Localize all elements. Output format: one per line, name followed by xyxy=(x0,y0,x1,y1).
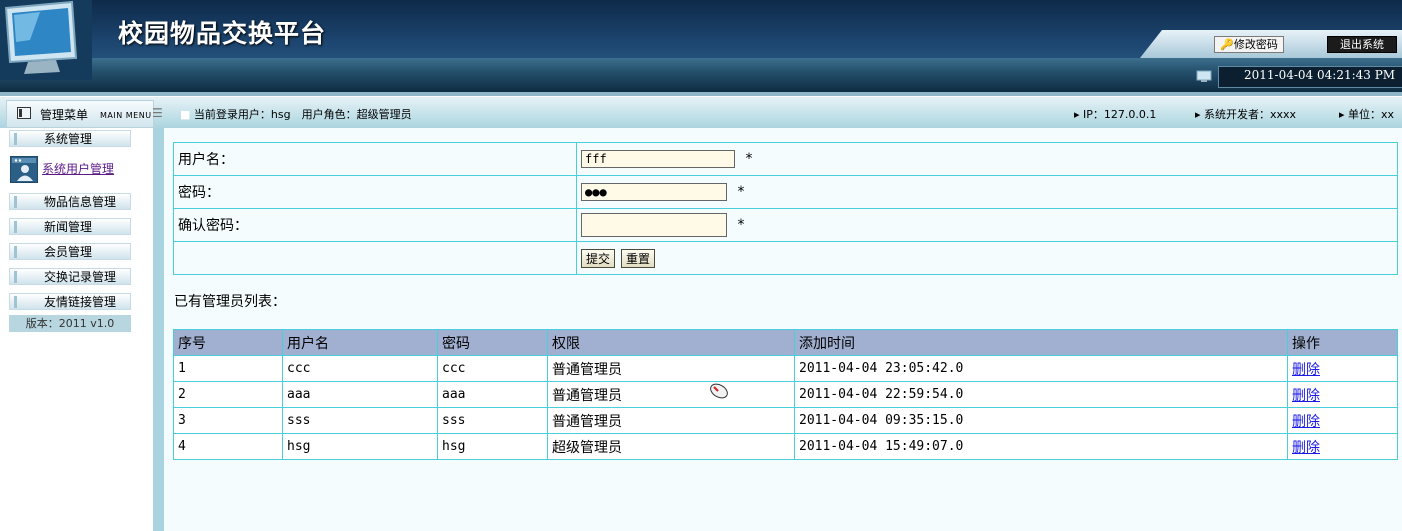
sidebar-item-system[interactable]: 系统管理 xyxy=(9,130,131,147)
table-row: 1 ccc ccc 普通管理员 2011-04-04 23:05:42.0 删除 xyxy=(173,355,1398,382)
delete-link[interactable]: 删除 xyxy=(1292,440,1320,456)
cell-username: hsg xyxy=(282,433,438,460)
sidebar-item-items[interactable]: 物品信息管理 xyxy=(9,193,131,210)
ip-info: ▸ IP：127.0.0.1 xyxy=(1074,106,1156,122)
bullet-icon: ■ xyxy=(180,108,191,121)
cell-username: sss xyxy=(282,407,438,434)
password-cell: * xyxy=(576,175,1398,209)
cell-added-time: 2011-04-04 22:59:54.0 xyxy=(794,381,1288,408)
mouse-cursor-icon xyxy=(710,383,728,399)
cell-actions: 删除 xyxy=(1287,355,1398,382)
logout-button[interactable]: 退出系统 xyxy=(1327,36,1397,53)
cell-role: 普通管理员 xyxy=(547,381,795,408)
cell-index: 2 xyxy=(173,381,283,408)
confirm-password-label: 确认密码： xyxy=(173,208,577,242)
user-management-icon xyxy=(10,156,38,183)
form-row-confirm: 确认密码： * xyxy=(173,208,1398,242)
header-banner: 校园物品交换平台 🔑修改密码 退出系统 2011-04-04 04:21:43 … xyxy=(0,0,1402,96)
unit-text: 单位：xx xyxy=(1348,108,1395,121)
sidebar-item-exchange-records[interactable]: 交换记录管理 xyxy=(9,268,131,285)
password-label: 密码： xyxy=(173,175,577,209)
current-user-text: 当前登录用户：hsg 用户角色：超级管理员 xyxy=(193,108,412,121)
ip-text: IP：127.0.0.1 xyxy=(1083,108,1157,121)
username-input[interactable] xyxy=(581,150,735,168)
window-icon xyxy=(17,107,31,119)
col-header-added-time: 添加时间 xyxy=(794,329,1288,356)
username-label: 用户名： xyxy=(173,142,577,176)
developer-info: ▸ 系统开发者：xxxx xyxy=(1195,106,1296,122)
submit-button[interactable]: 提交 xyxy=(581,248,616,268)
arrow-icon: ▸ xyxy=(1074,108,1080,121)
clock: 2011-04-04 04:21:43 PM xyxy=(1244,68,1396,82)
admin-form: 用户名： * 密码： * 确认密码： * 提交重置 xyxy=(173,142,1398,275)
arrow-icon: ▸ xyxy=(1339,108,1345,121)
cell-actions: 删除 xyxy=(1287,433,1398,460)
unit-info: ▸ 单位：xx xyxy=(1339,106,1394,122)
arrow-icon: ▸ xyxy=(1195,108,1201,121)
change-password-button[interactable]: 🔑修改密码 xyxy=(1214,36,1284,53)
delete-link[interactable]: 删除 xyxy=(1292,362,1320,378)
required-mark: * xyxy=(737,184,745,200)
change-password-label: 修改密码 xyxy=(1233,38,1278,51)
cell-role: 超级管理员 xyxy=(547,433,795,460)
cell-role: 普通管理员 xyxy=(547,355,795,382)
sidebar-item-members[interactable]: 会员管理 xyxy=(9,243,131,260)
monitor-icon xyxy=(1196,70,1212,82)
form-row-buttons: 提交 重置 xyxy=(173,241,1398,275)
admin-list-table: 序号 用户名 密码 权限 添加时间 操作 1 ccc ccc 普通管理员 201… xyxy=(173,329,1398,460)
cell-actions: 删除 xyxy=(1287,381,1398,408)
col-header-username: 用户名 xyxy=(282,329,438,356)
version-label: 版本：2011 v1.0 xyxy=(9,315,131,332)
table-header-row: 序号 用户名 密码 权限 添加时间 操作 xyxy=(173,329,1398,356)
admin-list-title: 已有管理员列表： xyxy=(174,294,286,310)
confirm-password-input[interactable] xyxy=(581,213,727,237)
current-user-info: ■ 当前登录用户：hsg 用户角色：超级管理员 xyxy=(180,106,412,122)
cell-username: aaa xyxy=(282,381,438,408)
cell-index: 4 xyxy=(173,433,283,460)
cell-username: ccc xyxy=(282,355,438,382)
required-mark: * xyxy=(737,217,745,233)
app-title: 校园物品交换平台 xyxy=(118,19,327,48)
menu-subtitle: MAIN MENU xyxy=(100,111,152,120)
required-mark: * xyxy=(745,151,753,167)
key-icon: 🔑 xyxy=(1220,38,1234,51)
cell-password: sss xyxy=(437,407,548,434)
table-row: 3 sss sss 普通管理员 2011-04-04 09:35:15.0 删除 xyxy=(173,407,1398,434)
cell-added-time: 2011-04-04 23:05:42.0 xyxy=(794,355,1288,382)
cell-password: hsg xyxy=(437,433,548,460)
cell-actions: 删除 xyxy=(1287,407,1398,434)
cell-password: ccc xyxy=(437,355,548,382)
cell-added-time: 2011-04-04 15:49:07.0 xyxy=(794,433,1288,460)
empty-cell xyxy=(173,241,577,275)
col-header-password: 密码 xyxy=(437,329,548,356)
table-row: 2 aaa aaa 普通管理员 2011-04-04 22:59:54.0 删除 xyxy=(173,381,1398,408)
table-row: 4 hsg hsg 超级管理员 2011-04-04 15:49:07.0 删除 xyxy=(173,433,1398,460)
col-header-index: 序号 xyxy=(173,329,283,356)
reset-button[interactable]: 重置 xyxy=(621,248,656,268)
username-cell: * xyxy=(576,142,1398,176)
cell-index: 1 xyxy=(173,355,283,382)
col-header-role: 权限 xyxy=(547,329,795,356)
delete-link[interactable]: 删除 xyxy=(1292,388,1320,404)
monitor-logo-icon xyxy=(0,0,92,80)
confirm-cell: * xyxy=(576,208,1398,242)
sidebar-rail xyxy=(153,128,164,531)
menu-lines-icon: ☰ xyxy=(152,106,163,120)
delete-link[interactable]: 删除 xyxy=(1292,414,1320,430)
buttons-cell: 提交 重置 xyxy=(576,241,1398,275)
developer-text: 系统开发者：xxxx xyxy=(1204,108,1297,121)
cell-index: 3 xyxy=(173,407,283,434)
sidebar-item-news[interactable]: 新闻管理 xyxy=(9,218,131,235)
col-header-actions: 操作 xyxy=(1287,329,1398,356)
cell-password: aaa xyxy=(437,381,548,408)
sidebar-item-friend-links[interactable]: 友情链接管理 xyxy=(9,293,131,310)
form-row-password: 密码： * xyxy=(173,175,1398,209)
header-strip xyxy=(0,58,1402,92)
menu-title: 管理菜单 xyxy=(40,108,89,122)
password-input[interactable] xyxy=(581,183,727,201)
cell-added-time: 2011-04-04 09:35:15.0 xyxy=(794,407,1288,434)
form-row-username: 用户名： * xyxy=(173,142,1398,176)
cell-role: 普通管理员 xyxy=(547,407,795,434)
sidebar-item-system-users[interactable]: 系统用户管理 xyxy=(42,160,114,177)
